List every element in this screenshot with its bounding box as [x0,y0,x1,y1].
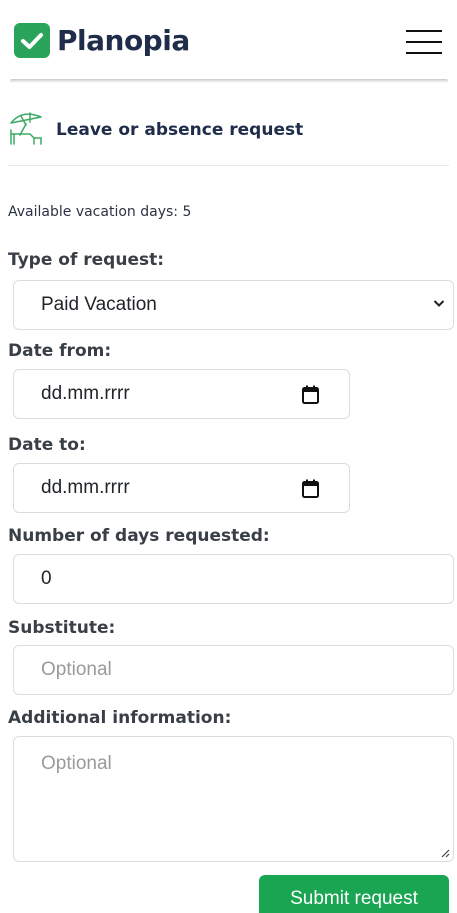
substitute-input[interactable]: Optional [13,645,454,695]
top-header: Planopia [0,0,457,82]
type-of-request-select[interactable]: Paid Vacation [13,280,454,330]
additional-info-label: Additional information: [8,708,232,728]
hamburger-icon [406,30,442,32]
submit-request-button[interactable]: Submit request [259,875,449,913]
type-of-request-label: Type of request: [8,250,165,270]
check-icon [14,23,50,58]
substitute-placeholder: Optional [41,659,112,680]
substitute-label: Substitute: [8,618,116,638]
additional-info-placeholder: Optional [41,753,112,774]
type-of-request-value: Paid Vacation [41,294,157,315]
days-requested-input[interactable]: 0 [13,554,454,604]
calendar-icon[interactable] [302,385,319,404]
calendar-icon[interactable] [302,479,319,498]
section-title: Leave or absence request [56,119,304,140]
section-divider [8,165,449,166]
date-from-label: Date from: [8,341,112,361]
chevron-down-icon [433,300,445,307]
date-to-label: Date to: [8,435,86,455]
brand-name: Planopia [57,24,190,57]
date-to-input[interactable]: dd.mm.rrrr [13,463,350,513]
days-requested-label: Number of days requested: [8,526,270,546]
days-requested-value: 0 [41,568,52,589]
date-from-placeholder: dd.mm.rrrr [41,383,130,404]
beach-umbrella-icon [8,108,44,151]
section-header: Leave or absence request [8,108,303,151]
date-from-input[interactable]: dd.mm.rrrr [13,369,350,419]
header-shadow [10,79,448,83]
additional-info-textarea[interactable]: Optional [13,736,454,862]
hamburger-menu-button[interactable] [406,30,442,56]
available-vacation-days: Available vacation days: 5 [8,204,192,220]
date-to-placeholder: dd.mm.rrrr [41,477,130,498]
resize-handle-icon[interactable] [440,848,450,858]
brand-logo[interactable]: Planopia [14,23,190,58]
